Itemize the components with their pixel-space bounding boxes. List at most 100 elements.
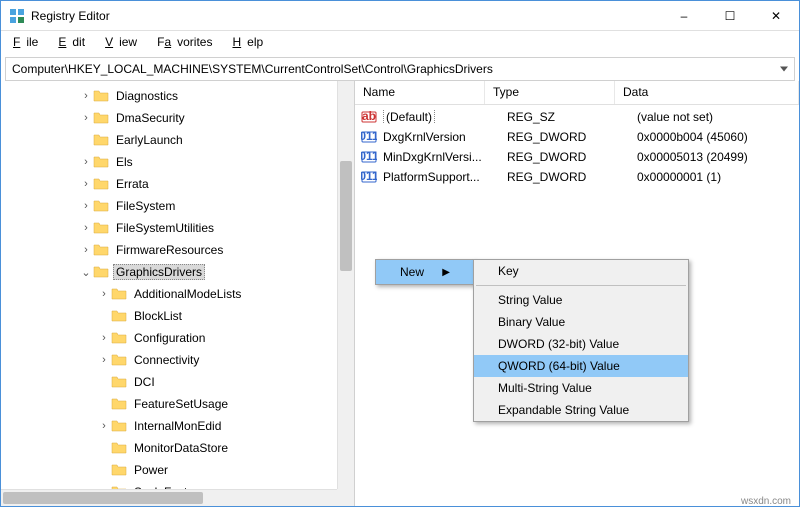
tree-node-label: DCI — [131, 374, 158, 390]
chevron-right-icon[interactable]: › — [79, 222, 93, 234]
tree-node-label: Els — [113, 154, 136, 170]
menu-view[interactable]: View — [99, 33, 149, 51]
folder-icon — [111, 374, 127, 390]
tree-scrollbar-h-thumb[interactable] — [3, 492, 203, 504]
chevron-right-icon[interactable]: › — [97, 288, 111, 300]
folder-icon — [93, 264, 109, 280]
chevron-right-icon[interactable]: › — [79, 112, 93, 124]
tree-node-configuration[interactable]: ›Configuration — [1, 327, 354, 349]
tree-node-dmasecurity[interactable]: ›DmaSecurity — [1, 107, 354, 129]
tree-node-errata[interactable]: ›Errata — [1, 173, 354, 195]
chevron-right-icon[interactable]: › — [97, 332, 111, 344]
context-item-key[interactable]: Key — [474, 260, 688, 282]
tree-node-els[interactable]: › Els — [1, 151, 354, 173]
folder-icon — [111, 286, 127, 302]
tree-node-label: FileSystem — [113, 198, 178, 214]
tree-node-blocklist[interactable]: BlockList — [1, 305, 354, 327]
chevron-down-icon[interactable]: ⌄ — [79, 266, 93, 279]
tree-node-firmwareresources[interactable]: › FirmwareResources — [1, 239, 354, 261]
close-button[interactable]: ✕ — [753, 1, 799, 31]
maximize-button[interactable]: ☐ — [707, 1, 753, 31]
value-row[interactable]: 011MinDxgKrnlVersi...REG_DWORD0x00005013… — [355, 147, 799, 167]
reg-string-icon: ab — [361, 109, 377, 125]
tree-node-featuresetusage[interactable]: FeatureSetUsage — [1, 393, 354, 415]
address-bar[interactable]: Computer\HKEY_LOCAL_MACHINE\SYSTEM\Curre… — [5, 57, 795, 81]
chevron-right-icon[interactable]: › — [79, 178, 93, 190]
scroll-corner — [337, 489, 354, 506]
folder-icon — [111, 396, 127, 412]
chevron-right-icon: ▶ — [442, 267, 450, 278]
tree-node-label: FeatureSetUsage — [131, 396, 231, 412]
svg-text:011: 011 — [361, 149, 377, 163]
context-item-multi-string[interactable]: Multi-String Value — [474, 377, 688, 399]
context-item-new-label: New — [400, 265, 424, 279]
context-separator — [476, 285, 686, 286]
value-type: REG_DWORD — [501, 170, 631, 184]
tree-node-filesystem[interactable]: › FileSystem — [1, 195, 354, 217]
reg-dword-icon: 011 — [361, 149, 377, 165]
tree-node-dci[interactable]: DCI — [1, 371, 354, 393]
chevron-right-icon[interactable]: › — [79, 90, 93, 102]
tree-scrollbar-h[interactable] — [1, 489, 337, 506]
col-name-header[interactable]: Name — [355, 81, 485, 104]
context-item-expandable-string[interactable]: Expandable String Value — [474, 399, 688, 421]
reg-dword-icon: 011 — [361, 129, 377, 145]
chevron-right-icon[interactable]: › — [79, 244, 93, 256]
value-data: (value not set) — [631, 110, 799, 124]
value-data: 0x00005013 (20499) — [631, 150, 799, 164]
col-type-header[interactable]: Type — [485, 81, 615, 104]
tree-node-label: MonitorDataStore — [131, 440, 231, 456]
tree-node-earlylaunch[interactable]: EarlyLaunch — [1, 129, 354, 151]
tree-node-monitordatastore[interactable]: MonitorDataStore — [1, 437, 354, 459]
context-item-dword[interactable]: DWORD (32-bit) Value — [474, 333, 688, 355]
folder-icon — [111, 418, 127, 434]
value-row[interactable]: 011DxgKrnlVersionREG_DWORD0x0000b004 (45… — [355, 127, 799, 147]
value-list-pane[interactable]: Name Type Data ab(Default)REG_SZ(value n… — [355, 81, 799, 506]
svg-text:ab: ab — [362, 109, 376, 123]
tree-node-label: FirmwareResources — [113, 242, 226, 258]
chevron-right-icon[interactable]: › — [79, 156, 93, 168]
context-menu-value-types: Key String Value Binary Value DWORD (32-… — [473, 259, 689, 422]
tree-scrollbar-thumb[interactable] — [340, 161, 352, 271]
tree-node-internalmonedid[interactable]: ›InternalMonEdid — [1, 415, 354, 437]
tree-node-diagnostics[interactable]: ›Diagnostics — [1, 85, 354, 107]
menu-help[interactable]: Help — [226, 33, 275, 51]
titlebar[interactable]: Registry Editor – ☐ ✕ — [1, 1, 799, 31]
context-item-new[interactable]: New ▶ — [376, 260, 474, 284]
folder-icon — [93, 198, 109, 214]
menu-file[interactable]: File — [7, 33, 50, 51]
tree-node-graphicsdrivers[interactable]: ⌄GraphicsDrivers — [1, 261, 354, 283]
svg-text:011: 011 — [361, 129, 377, 143]
context-item-binary[interactable]: Binary Value — [474, 311, 688, 333]
tree-node-power[interactable]: Power — [1, 459, 354, 481]
value-row[interactable]: 011PlatformSupport...REG_DWORD0x00000001… — [355, 167, 799, 187]
folder-icon — [111, 440, 127, 456]
context-item-qword[interactable]: QWORD (64-bit) Value — [474, 355, 688, 377]
value-row[interactable]: ab(Default)REG_SZ(value not set) — [355, 107, 799, 127]
chevron-right-icon[interactable]: › — [79, 200, 93, 212]
tree-scrollbar-v[interactable] — [337, 81, 354, 489]
value-type: REG_SZ — [501, 110, 631, 124]
minimize-button[interactable]: – — [661, 1, 707, 31]
value-data: 0x00000001 (1) — [631, 170, 799, 184]
value-name: MinDxgKrnlVersi... — [377, 150, 501, 164]
tree-node-filesystemutilities[interactable]: ›FileSystemUtilities — [1, 217, 354, 239]
folder-icon — [111, 462, 127, 478]
col-data-header[interactable]: Data — [615, 81, 799, 104]
chevron-right-icon[interactable]: › — [97, 420, 111, 432]
context-item-string[interactable]: String Value — [474, 289, 688, 311]
menu-favorites[interactable]: Favorites — [151, 33, 224, 51]
folder-icon — [93, 154, 109, 170]
folder-icon — [111, 352, 127, 368]
menu-edit[interactable]: Edit — [52, 33, 97, 51]
folder-icon — [93, 88, 109, 104]
watermark: wsxdn.com — [741, 496, 791, 507]
tree-node-additionalmodelists[interactable]: ›AdditionalModeLists — [1, 283, 354, 305]
window-title: Registry Editor — [31, 9, 661, 23]
folder-icon — [93, 132, 109, 148]
tree-pane[interactable]: ›Diagnostics›DmaSecurityEarlyLaunch›Els›… — [1, 81, 355, 506]
context-menu-new: New ▶ — [375, 259, 475, 285]
folder-icon — [93, 110, 109, 126]
tree-node-connectivity[interactable]: ›Connectivity — [1, 349, 354, 371]
chevron-right-icon[interactable]: › — [97, 354, 111, 366]
